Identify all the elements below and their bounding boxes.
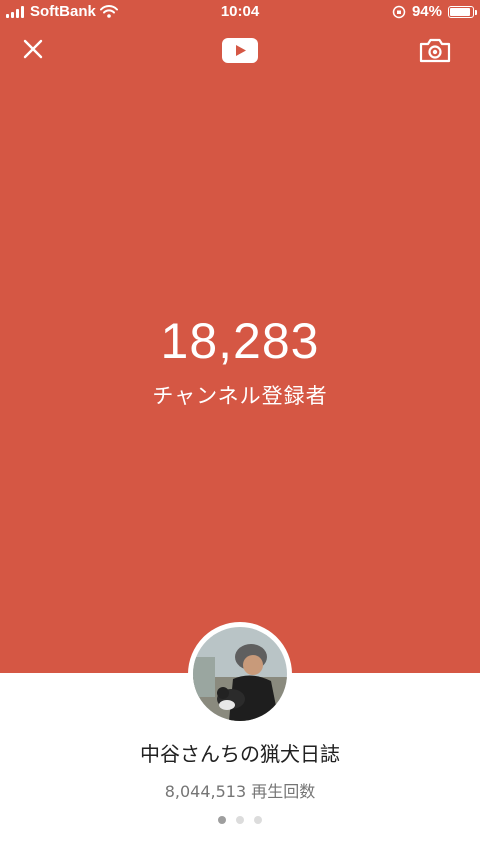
channel-avatar[interactable] bbox=[188, 622, 292, 726]
close-button[interactable] bbox=[18, 34, 48, 64]
page-dot[interactable] bbox=[254, 816, 262, 824]
view-count: 8,044,513 再生回数 bbox=[164, 782, 316, 801]
battery-icon bbox=[448, 5, 477, 18]
page-indicator bbox=[0, 816, 480, 824]
page-dot[interactable] bbox=[236, 816, 244, 824]
subscriber-count: 18,283 bbox=[160, 313, 320, 369]
avatar-photo bbox=[193, 627, 287, 721]
status-right: 94% bbox=[392, 3, 477, 20]
battery-fill bbox=[450, 7, 470, 16]
channel-name: 中谷さんちの猟犬日誌 bbox=[140, 742, 340, 766]
avatar-image bbox=[193, 627, 287, 721]
hero-panel: SoftBank 10:04 94% 18,283 チャンネル登録者 bbox=[0, 0, 480, 673]
youtube-logo-icon[interactable] bbox=[222, 38, 258, 63]
camera-icon[interactable] bbox=[418, 36, 452, 64]
subscriber-label: チャンネル登録者 bbox=[152, 384, 328, 408]
status-bar: SoftBank 10:04 94% bbox=[0, 0, 480, 24]
orientation-lock-icon bbox=[392, 5, 406, 18]
close-icon bbox=[23, 39, 43, 59]
page-dot[interactable] bbox=[218, 816, 226, 824]
battery-percent: 94% bbox=[411, 3, 442, 20]
